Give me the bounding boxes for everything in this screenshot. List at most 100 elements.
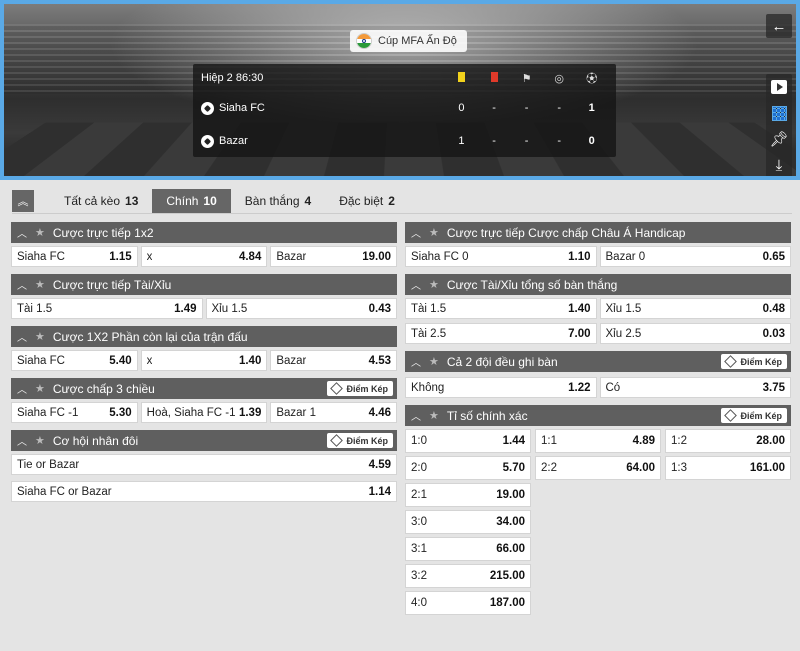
score-odds-button[interactable]: 3:1 66.00 — [405, 537, 531, 561]
diamond-icon — [724, 355, 738, 368]
score-odds-button[interactable]: 3:0 34.00 — [405, 510, 531, 534]
stats-grid-icon[interactable] — [766, 100, 792, 126]
score-odds-button[interactable]: 2:0 5.70 — [405, 456, 531, 480]
odds-button[interactable]: Siaha FC 0 1.10 — [405, 246, 597, 267]
odds-button[interactable]: Bazar 4.53 — [270, 350, 398, 371]
odds-button[interactable]: Tài 1.5 1.40 — [405, 298, 597, 319]
odds-button[interactable]: Siaha FC -1 5.30 — [11, 402, 138, 423]
chevron-up-icon[interactable]: ︿ — [411, 354, 421, 369]
yellow-card-icon — [457, 71, 465, 82]
diamond-icon — [330, 434, 344, 447]
back-arrow-icon[interactable]: ← — [766, 14, 792, 38]
team-row-home: Siaha FC 0 - - - 1 — [201, 98, 608, 118]
odds-button[interactable]: Có 3.75 — [599, 377, 791, 398]
chevron-up-icon[interactable]: ︿ — [411, 225, 421, 240]
score-odds-button[interactable]: 1:1 4.89 — [535, 429, 661, 453]
star-icon[interactable]: ★ — [429, 226, 439, 239]
goal-icon: ⚽︎ — [586, 73, 598, 85]
score-odds-button[interactable]: 1:2 28.00 — [665, 429, 791, 453]
star-icon[interactable]: ★ — [429, 409, 439, 422]
empty-cell — [665, 510, 791, 534]
odds-button[interactable]: Xỉu 1.5 0.43 — [205, 298, 397, 319]
odds-button[interactable]: Siaha FC 5.40 — [11, 350, 138, 371]
empty-cell — [535, 510, 661, 534]
empty-cell — [535, 564, 661, 588]
scoreboard: Hiệp 2 86:30 ⚑ ◎ ⚽︎ Siaha FC 0 - - - 1 B… — [193, 64, 616, 157]
collapse-all-icon[interactable]: ︽ — [12, 190, 34, 212]
market-header[interactable]: ︿ ★ Cơ hội nhân đôi Điểm Kép — [11, 430, 397, 451]
star-icon[interactable]: ★ — [35, 382, 45, 395]
market-1x2-rest: ︿ ★ Cược 1X2 Phần còn lại của trận đấu Sia… — [11, 326, 398, 375]
market-header[interactable]: ︿ ★ Cược chấp 3 chiều Điểm Kép — [11, 378, 397, 399]
league-pill: Cúp MFA Ấn Độ — [350, 30, 467, 52]
odds-button[interactable]: Bazar 1 4.46 — [270, 402, 398, 423]
odds-button[interactable]: Bazar 0 0.65 — [599, 246, 791, 267]
market-header[interactable]: ︿ ★ Cược trực tiếp 1x2 — [11, 222, 397, 243]
star-icon[interactable]: ★ — [35, 278, 45, 291]
odds-button[interactable]: Tài 2.5 7.00 — [405, 323, 597, 344]
odds-button[interactable]: Siaha FC or Bazar 1.14 — [11, 481, 397, 502]
pin-icon[interactable]: 📌︎ — [766, 126, 792, 152]
market-1x2: ︿ ★ Cược trực tiếp 1x2 Siaha FC 1.15 x 4.84 … — [11, 222, 398, 271]
odds-button[interactable]: Siaha FC 1.15 — [11, 246, 138, 267]
star-icon[interactable]: ★ — [429, 355, 439, 368]
score-odds-button[interactable]: 2:2 64.00 — [535, 456, 661, 480]
tab-main[interactable]: Chính 10 — [152, 189, 231, 213]
score-odds-button[interactable]: 2:1 19.00 — [405, 483, 531, 507]
market-header[interactable]: ︿ ★ Cược trực tiếp Tài/Xỉu — [11, 274, 397, 295]
odds-button[interactable]: Xỉu 2.5 0.03 — [599, 323, 791, 344]
score-odds-button[interactable]: 1:3 161.00 — [665, 456, 791, 480]
double-points-badge: Điểm Kép — [721, 354, 787, 369]
tab-special[interactable]: Đặc biệt 2 — [325, 189, 409, 213]
odds-button[interactable]: x 4.84 — [140, 246, 268, 267]
play-video-icon[interactable] — [766, 74, 792, 100]
odds-button[interactable]: Không 1.22 — [405, 377, 597, 398]
odds-button[interactable]: x 1.40 — [140, 350, 268, 371]
tab-all[interactable]: Tất cả kèo 13 — [50, 189, 152, 213]
markets-left: ︿ ★ Cược trực tiếp 1x2 Siaha FC 1.15 x 4.84 … — [11, 222, 398, 509]
stat-value: - — [524, 135, 529, 147]
chevron-up-icon[interactable]: ︿ — [17, 277, 27, 292]
odds-button[interactable]: Hoà, Siaha FC -1 1.39 — [140, 402, 268, 423]
tab-goals[interactable]: Bàn thắng 4 — [231, 189, 325, 213]
markets-right: ︿ ★ Cược trực tiếp Cược chấp Châu Á Handic… — [405, 222, 791, 618]
stat-value: 0 — [458, 102, 465, 114]
side-toolbar: ← — [766, 14, 792, 40]
market-header[interactable]: ︿ ★ Cả 2 đội đều ghi bàn Điểm Kép — [405, 351, 791, 372]
market-over-under: ︿ ★ Cược trực tiếp Tài/Xỉu Tài 1.5 1.49 Xỉu… — [11, 274, 397, 323]
star-icon[interactable]: ★ — [429, 278, 439, 291]
tabs-divider — [12, 213, 792, 214]
odds-button[interactable]: Tài 1.5 1.49 — [11, 298, 203, 319]
star-icon[interactable]: ★ — [35, 330, 45, 343]
score-odds-button[interactable]: 1:0 1.44 — [405, 429, 531, 453]
football-icon — [201, 101, 214, 115]
download-icon[interactable]: ⤓ — [766, 152, 792, 176]
team-row-away: Bazar 1 - - - 0 — [201, 131, 608, 151]
chevron-up-icon[interactable]: ︿ — [411, 277, 421, 292]
stat-value: - — [557, 102, 561, 114]
market-header[interactable]: ︿ ★ Cược 1X2 Phần còn lại của trận đấu — [11, 326, 397, 347]
market-header[interactable]: ︿ ★ Tỉ số chính xác Điểm Kép — [405, 405, 791, 426]
market-header[interactable]: ︿ ★ Cược Tài/Xỉu tổng số bàn thắng — [405, 274, 791, 295]
odds-button[interactable]: Bazar 19.00 — [270, 246, 398, 267]
odds-button[interactable]: Tie or Bazar 4.59 — [11, 454, 397, 475]
score-odds-button[interactable]: 3:2 215.00 — [405, 564, 531, 588]
correct-score-grid: 1:0 1.44 1:1 4.89 1:2 28.00 2:0 5.70 2:2 64.0… — [405, 426, 791, 615]
star-icon[interactable]: ★ — [35, 226, 45, 239]
market-header[interactable]: ︿ ★ Cược trực tiếp Cược chấp Châu Á Handic… — [405, 222, 791, 243]
star-icon[interactable]: ★ — [35, 434, 45, 447]
chevron-up-icon[interactable]: ︿ — [17, 329, 27, 344]
score-odds-button[interactable]: 4:0 187.00 — [405, 591, 531, 615]
chevron-up-icon[interactable]: ︿ — [17, 225, 27, 240]
chevron-up-icon[interactable]: ︿ — [17, 433, 27, 448]
stat-value: - — [492, 135, 496, 147]
empty-cell — [665, 537, 791, 561]
scoreboard-header: Hiệp 2 86:30 ⚑ ◎ ⚽︎ — [201, 68, 608, 88]
empty-cell — [535, 483, 661, 507]
chevron-up-icon[interactable]: ︿ — [411, 408, 421, 423]
diamond-icon — [724, 409, 738, 422]
goal-count: 1 — [588, 102, 595, 114]
odds-button[interactable]: Xỉu 1.5 0.48 — [599, 298, 791, 319]
chevron-up-icon[interactable]: ︿ — [17, 381, 27, 396]
side-actions: 📌︎ ⤓ — [766, 74, 792, 176]
